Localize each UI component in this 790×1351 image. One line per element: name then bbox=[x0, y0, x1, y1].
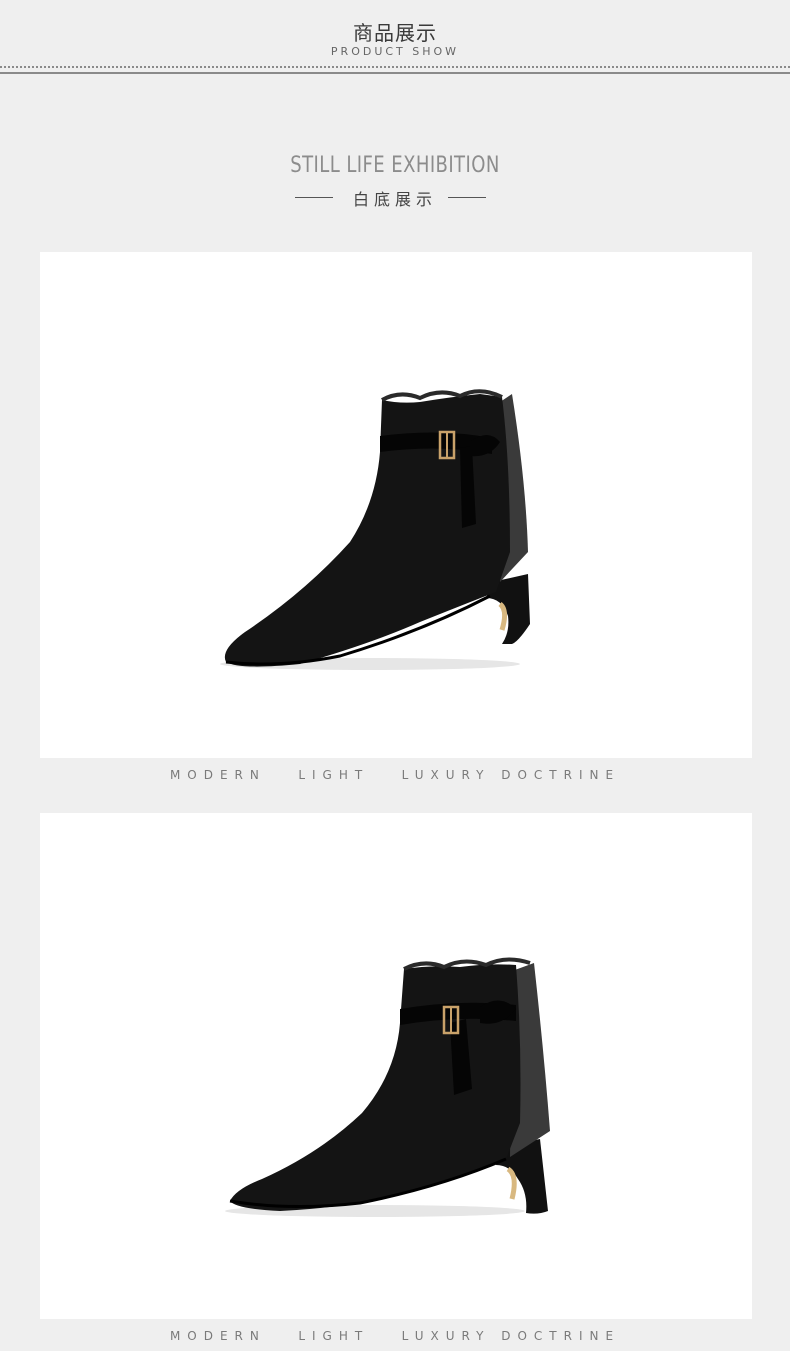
ankle-boot-image bbox=[220, 389, 530, 670]
photo-2-caption: MODERN LIGHT LUXURY DOCTRINE bbox=[169, 1329, 621, 1343]
section-subtitle: 白底展示 bbox=[352, 190, 437, 209]
header-title-en: PRODUCT SHOW bbox=[330, 45, 460, 58]
ankle-boot-image bbox=[225, 957, 550, 1217]
photo-1-caption: MODERN LIGHT LUXURY DOCTRINE bbox=[169, 768, 621, 782]
product-photo-1 bbox=[40, 252, 752, 758]
product-photo-2 bbox=[40, 813, 752, 1319]
subtitle-dash-right bbox=[448, 197, 486, 198]
page-header: 商品展示 PRODUCT SHOW bbox=[0, 0, 790, 76]
header-divider-solid bbox=[0, 72, 790, 74]
section-title: STILL LIFE EXHIBITION bbox=[290, 153, 500, 178]
header-title-cn: 商品展示 bbox=[353, 21, 437, 45]
header-divider-dotted bbox=[0, 66, 790, 68]
